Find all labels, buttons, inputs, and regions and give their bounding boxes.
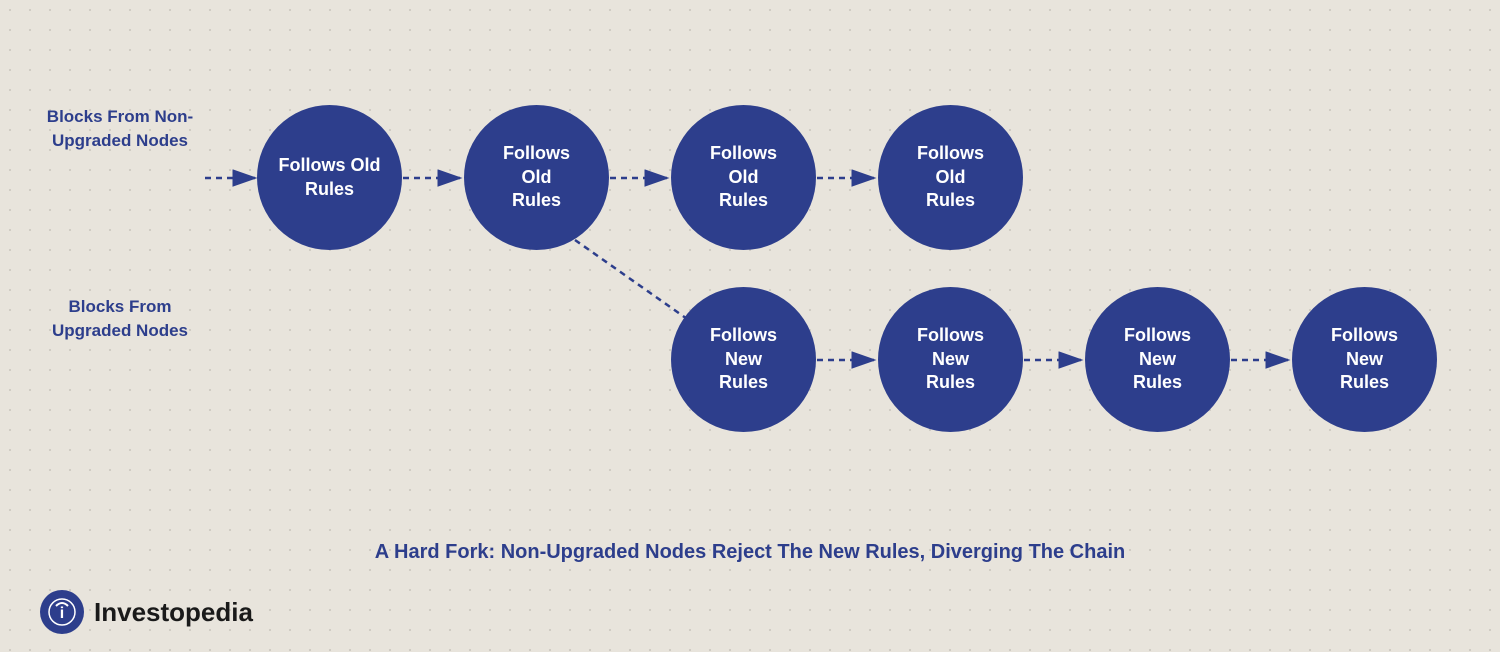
diagram-container: Blocks From Non- Upgraded Nodes Blocks F… [0,0,1500,652]
node-old-3: FollowsOldRules [671,105,816,250]
node-old-2: FollowsOldRules [464,105,609,250]
logo-icon: i [40,590,84,634]
node-new-1: FollowsNewRules [671,287,816,432]
caption: A Hard Fork: Non-Upgraded Nodes Reject T… [0,541,1500,564]
node-old-4: FollowsOldRules [878,105,1023,250]
node-new-2: FollowsNewRules [878,287,1023,432]
top-label: Blocks From Non- Upgraded Nodes [40,105,200,153]
bottom-label: Blocks From Upgraded Nodes [40,295,200,343]
node-new-4: FollowsNewRules [1292,287,1437,432]
svg-text:i: i [60,605,64,622]
node-old-1: Follows Old Rules [257,105,402,250]
node-new-3: FollowsNewRules [1085,287,1230,432]
footer: i Investopedia [40,590,253,634]
logo-text: Investopedia [94,597,253,628]
